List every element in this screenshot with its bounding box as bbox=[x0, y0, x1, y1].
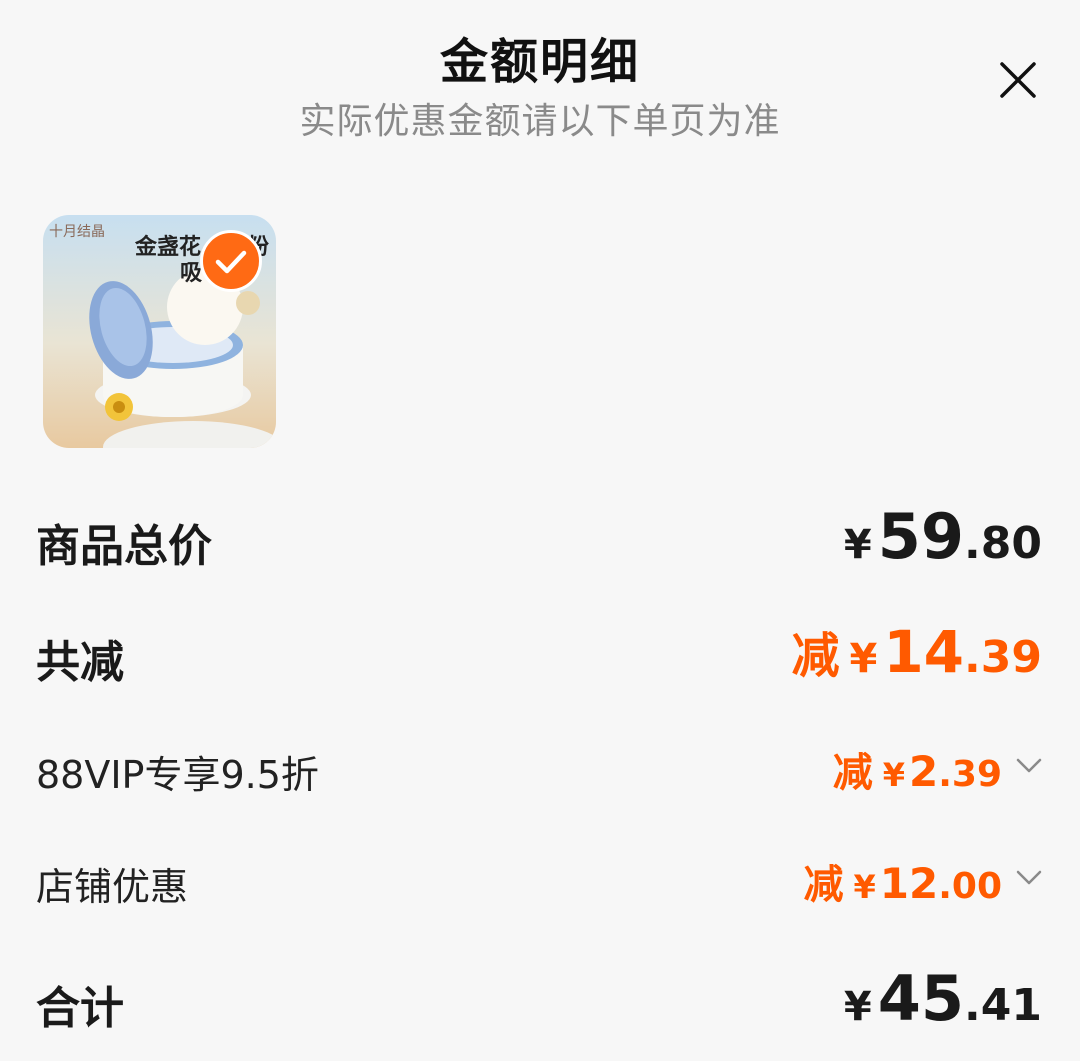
page-subtitle: 实际优惠金额请以下单页为准 bbox=[299, 101, 781, 142]
amount-integer: 2 bbox=[908, 747, 939, 796]
sum-label: 合计 bbox=[36, 983, 124, 1034]
row-vip-discount[interactable]: 88VIP专享9.5折 减 ¥ 2 .39 bbox=[0, 738, 1080, 798]
amount-integer: 12 bbox=[879, 859, 939, 908]
product-headline-2: 吸 bbox=[180, 261, 203, 286]
amount-decimal: .80 bbox=[964, 518, 1042, 569]
amount-decimal: .39 bbox=[964, 632, 1042, 683]
total-discount-amount: 减 ¥ 14 .39 bbox=[791, 616, 1042, 686]
total-price-amount: ¥ 59 .80 bbox=[844, 500, 1042, 573]
discount-prefix: 减 bbox=[803, 862, 844, 908]
total-price-label: 商品总价 bbox=[36, 521, 212, 572]
chevron-down-icon[interactable] bbox=[1016, 870, 1042, 886]
amount-decimal: .39 bbox=[938, 754, 1002, 795]
product-brand: 十月结晶 bbox=[49, 224, 105, 240]
close-button[interactable] bbox=[996, 58, 1040, 102]
discount-prefix: 减 bbox=[832, 750, 873, 796]
row-shop-discount[interactable]: 店铺优惠 减 ¥ 12 .00 bbox=[0, 850, 1080, 910]
vip-discount-label: 88VIP专享9.5折 bbox=[36, 753, 319, 797]
row-total-price: 商品总价 ¥ 59 .80 bbox=[0, 500, 1080, 580]
page-title: 金额明细 bbox=[439, 34, 640, 90]
shop-discount-label: 店铺优惠 bbox=[36, 865, 189, 909]
row-total-discount: 共减 减 ¥ 14 .39 bbox=[0, 616, 1080, 696]
sheet-header: 金额明细 实际优惠金额请以下单页为准 bbox=[0, 0, 1080, 150]
currency-symbol: ¥ bbox=[882, 756, 905, 794]
amount-integer: 14 bbox=[883, 618, 965, 686]
shop-discount-amount: 减 ¥ 12 .00 bbox=[804, 852, 1003, 910]
amount-integer: 59 bbox=[877, 500, 965, 573]
amount-decimal: .41 bbox=[964, 980, 1042, 1031]
currency-symbol: ¥ bbox=[843, 522, 872, 568]
discount-prefix: 减 bbox=[791, 628, 840, 684]
close-icon bbox=[1000, 62, 1036, 98]
amount-integer: 45 bbox=[877, 962, 965, 1035]
sum-amount: ¥ 45 .41 bbox=[844, 962, 1042, 1035]
amount-decimal: .00 bbox=[938, 866, 1002, 907]
currency-symbol: ¥ bbox=[853, 868, 876, 906]
selected-badge bbox=[200, 230, 262, 292]
currency-symbol: ¥ bbox=[849, 636, 878, 682]
currency-symbol: ¥ bbox=[843, 984, 872, 1030]
total-discount-label: 共减 bbox=[36, 637, 124, 688]
row-sum: 合计 ¥ 45 .41 bbox=[0, 962, 1080, 1042]
vip-discount-amount: 减 ¥ 2 .39 bbox=[833, 740, 1002, 798]
chevron-down-icon[interactable] bbox=[1016, 758, 1042, 774]
check-icon bbox=[215, 250, 247, 274]
